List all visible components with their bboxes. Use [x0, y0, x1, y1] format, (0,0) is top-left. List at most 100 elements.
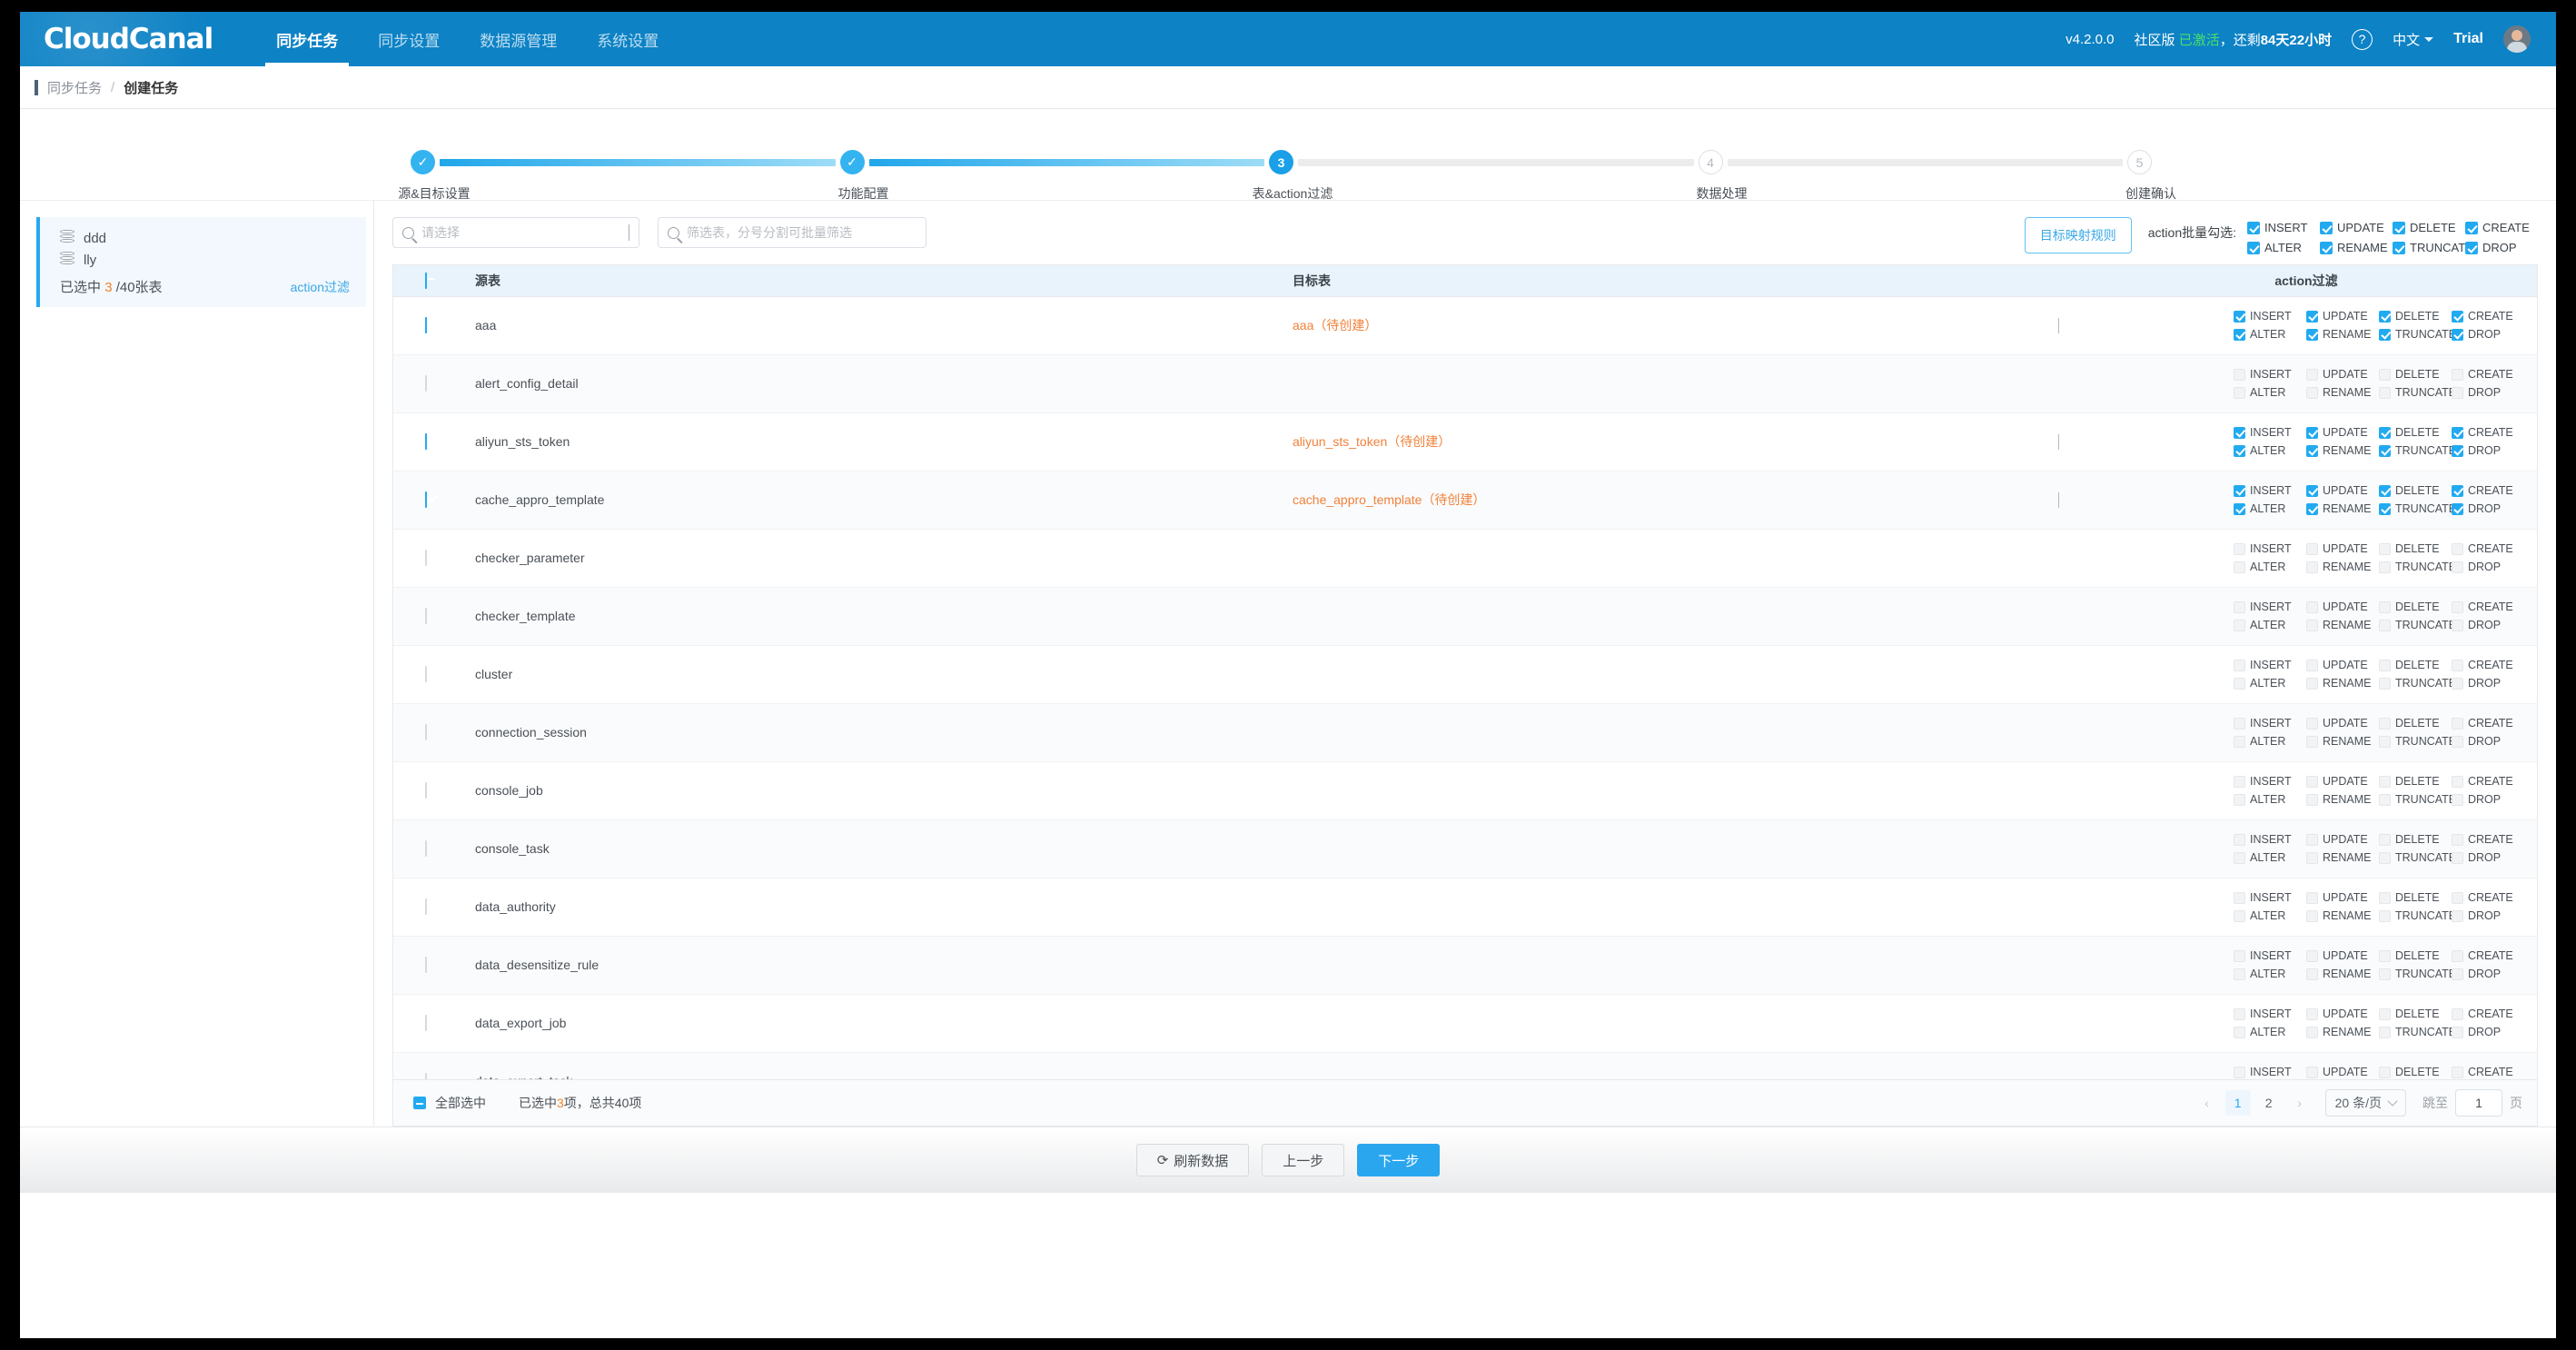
row-checkbox[interactable]	[425, 898, 427, 915]
row-action-delete[interactable]: DELETE	[2379, 833, 2452, 846]
row-action-update[interactable]: UPDATE	[2306, 542, 2379, 555]
action-filter-link[interactable]: action过滤	[291, 278, 350, 296]
row-action-insert[interactable]: INSERT	[2234, 891, 2306, 904]
row-select-cell[interactable]	[393, 703, 459, 762]
row-checkbox[interactable]	[425, 608, 427, 624]
row-action-insert[interactable]: INSERT	[2234, 310, 2306, 323]
row-action-alter[interactable]: ALTER	[2234, 909, 2306, 922]
row-action-drop[interactable]: DROP	[2452, 561, 2524, 573]
row-action-rename[interactable]: RENAME	[2306, 909, 2379, 922]
target-table-cell[interactable]	[1276, 936, 2076, 995]
row-action-create[interactable]: CREATE	[2452, 659, 2524, 671]
row-select-cell[interactable]	[393, 354, 459, 413]
row-action-update[interactable]: UPDATE	[2306, 310, 2379, 323]
batch-checkbox-rename[interactable]: RENAME	[2320, 241, 2393, 254]
row-select-cell[interactable]	[393, 645, 459, 704]
row-checkbox[interactable]	[425, 1073, 427, 1079]
table-row[interactable]: alert_config_detail INSERT UPDATE DELETE CRE…	[393, 354, 2537, 413]
row-action-truncate[interactable]: TRUNCATE	[2379, 677, 2456, 690]
row-action-create[interactable]: CREATE	[2452, 426, 2524, 439]
table-row[interactable]: aaa aaa（待创建） INSERT UPDATE DELETE CREATE ALTER…	[393, 296, 2537, 355]
row-action-update[interactable]: UPDATE	[2306, 484, 2379, 497]
table-row[interactable]: cache_appro_template cache_appro_template…	[393, 471, 2537, 530]
row-action-rename[interactable]: RENAME	[2306, 502, 2379, 515]
row-action-alter[interactable]: ALTER	[2234, 619, 2306, 631]
row-action-truncate[interactable]: TRUNCATE	[2379, 851, 2456, 864]
batch-checkbox-insert[interactable]: INSERT	[2247, 221, 2320, 234]
step-feature-config[interactable]: ✓ 功能配置	[838, 150, 1270, 201]
row-action-insert[interactable]: INSERT	[2234, 601, 2306, 613]
db-item-ddd[interactable]: ddd	[60, 230, 350, 246]
row-action-rename[interactable]: RENAME	[2306, 1026, 2379, 1038]
row-action-insert[interactable]: INSERT	[2234, 542, 2306, 555]
table-row[interactable]: data_desensitize_rule INSERT UPDATE DELETE C…	[393, 936, 2537, 995]
table-row[interactable]: data_authority INSERT UPDATE DELETE CREATE AL…	[393, 878, 2537, 937]
row-action-create[interactable]: CREATE	[2452, 891, 2524, 904]
target-table-cell[interactable]: aaa（待创建）	[1276, 296, 2076, 355]
row-action-insert[interactable]: INSERT	[2234, 833, 2306, 846]
row-action-delete[interactable]: DELETE	[2379, 1066, 2452, 1078]
target-table-cell[interactable]: aliyun_sts_token（待创建）	[1276, 412, 2076, 472]
chevron-down-icon[interactable]	[2058, 434, 2059, 450]
nav-tab-datasource-management[interactable]: 数据源管理	[460, 12, 577, 66]
table-row[interactable]: cluster INSERT UPDATE DELETE CREATE ALTER RENA…	[393, 645, 2537, 704]
row-action-update[interactable]: UPDATE	[2306, 775, 2379, 788]
target-table-cell[interactable]	[1276, 645, 2076, 704]
row-action-update[interactable]: UPDATE	[2306, 1066, 2379, 1078]
row-action-update[interactable]: UPDATE	[2306, 368, 2379, 381]
row-checkbox[interactable]	[425, 317, 427, 333]
target-table-cell[interactable]	[1276, 529, 2076, 588]
row-action-truncate[interactable]: TRUNCATE	[2379, 793, 2456, 806]
select-all-checkbox[interactable]	[425, 272, 427, 289]
row-action-alter[interactable]: ALTER	[2234, 851, 2306, 864]
row-action-truncate[interactable]: TRUNCATE	[2379, 502, 2456, 515]
target-table-cell[interactable]	[1276, 703, 2076, 762]
row-action-alter[interactable]: ALTER	[2234, 502, 2306, 515]
refresh-data-button[interactable]: ⟳ 刷新数据	[1135, 1144, 1250, 1176]
row-action-rename[interactable]: RENAME	[2306, 793, 2379, 806]
row-action-rename[interactable]: RENAME	[2306, 677, 2379, 690]
pagination-page-1[interactable]: 1	[2224, 1090, 2251, 1116]
row-action-rename[interactable]: RENAME	[2306, 735, 2379, 748]
row-action-insert[interactable]: INSERT	[2234, 484, 2306, 497]
row-action-update[interactable]: UPDATE	[2306, 717, 2379, 730]
row-action-delete[interactable]: DELETE	[2379, 1008, 2452, 1020]
row-action-update[interactable]: UPDATE	[2306, 659, 2379, 671]
batch-checkbox-alter[interactable]: ALTER	[2247, 241, 2320, 254]
row-action-delete[interactable]: DELETE	[2379, 484, 2452, 497]
table-row[interactable]: data_export_task INSERT UPDATE DELETE CREATE…	[393, 1052, 2537, 1079]
table-row[interactable]: connection_session INSERT UPDATE DELETE CREA…	[393, 703, 2537, 762]
table-row[interactable]: aliyun_sts_token aliyun_sts_token（待创建） INS…	[393, 412, 2537, 472]
language-selector[interactable]: 中文	[2393, 30, 2434, 49]
target-table-cell[interactable]	[1276, 354, 2076, 413]
row-action-insert[interactable]: INSERT	[2234, 1066, 2306, 1078]
row-action-truncate[interactable]: TRUNCATE	[2379, 1026, 2456, 1038]
row-action-alter[interactable]: ALTER	[2234, 735, 2306, 748]
db-item-lly[interactable]: lly	[60, 252, 350, 268]
next-step-button[interactable]: 下一步	[1357, 1144, 1441, 1176]
row-select-cell[interactable]	[393, 296, 459, 355]
row-action-update[interactable]: UPDATE	[2306, 1008, 2379, 1020]
row-action-truncate[interactable]: TRUNCATE	[2379, 328, 2456, 341]
target-table-cell[interactable]	[1276, 994, 2076, 1053]
target-table-cell[interactable]	[1276, 819, 2076, 878]
row-checkbox[interactable]	[425, 491, 427, 508]
row-action-drop[interactable]: DROP	[2452, 1026, 2524, 1038]
row-action-truncate[interactable]: TRUNCATE	[2379, 444, 2456, 457]
row-action-delete[interactable]: DELETE	[2379, 891, 2452, 904]
row-checkbox[interactable]	[425, 957, 427, 973]
previous-step-button[interactable]: 上一步	[1262, 1144, 1345, 1176]
row-action-create[interactable]: CREATE	[2452, 368, 2524, 381]
row-select-cell[interactable]	[393, 1052, 459, 1079]
table-row[interactable]: data_export_job INSERT UPDATE DELETE CREATE A…	[393, 994, 2537, 1053]
pagination-prev[interactable]: ‹	[2195, 1090, 2220, 1116]
row-action-delete[interactable]: DELETE	[2379, 426, 2452, 439]
row-action-insert[interactable]: INSERT	[2234, 368, 2306, 381]
nav-tab-sync-tasks[interactable]: 同步任务	[256, 12, 358, 66]
row-action-drop[interactable]: DROP	[2452, 851, 2524, 864]
row-action-update[interactable]: UPDATE	[2306, 891, 2379, 904]
step-create-confirm[interactable]: 5 创建确认	[2125, 150, 2176, 201]
row-action-insert[interactable]: INSERT	[2234, 1008, 2306, 1020]
row-action-delete[interactable]: DELETE	[2379, 775, 2452, 788]
row-checkbox[interactable]	[425, 375, 427, 392]
